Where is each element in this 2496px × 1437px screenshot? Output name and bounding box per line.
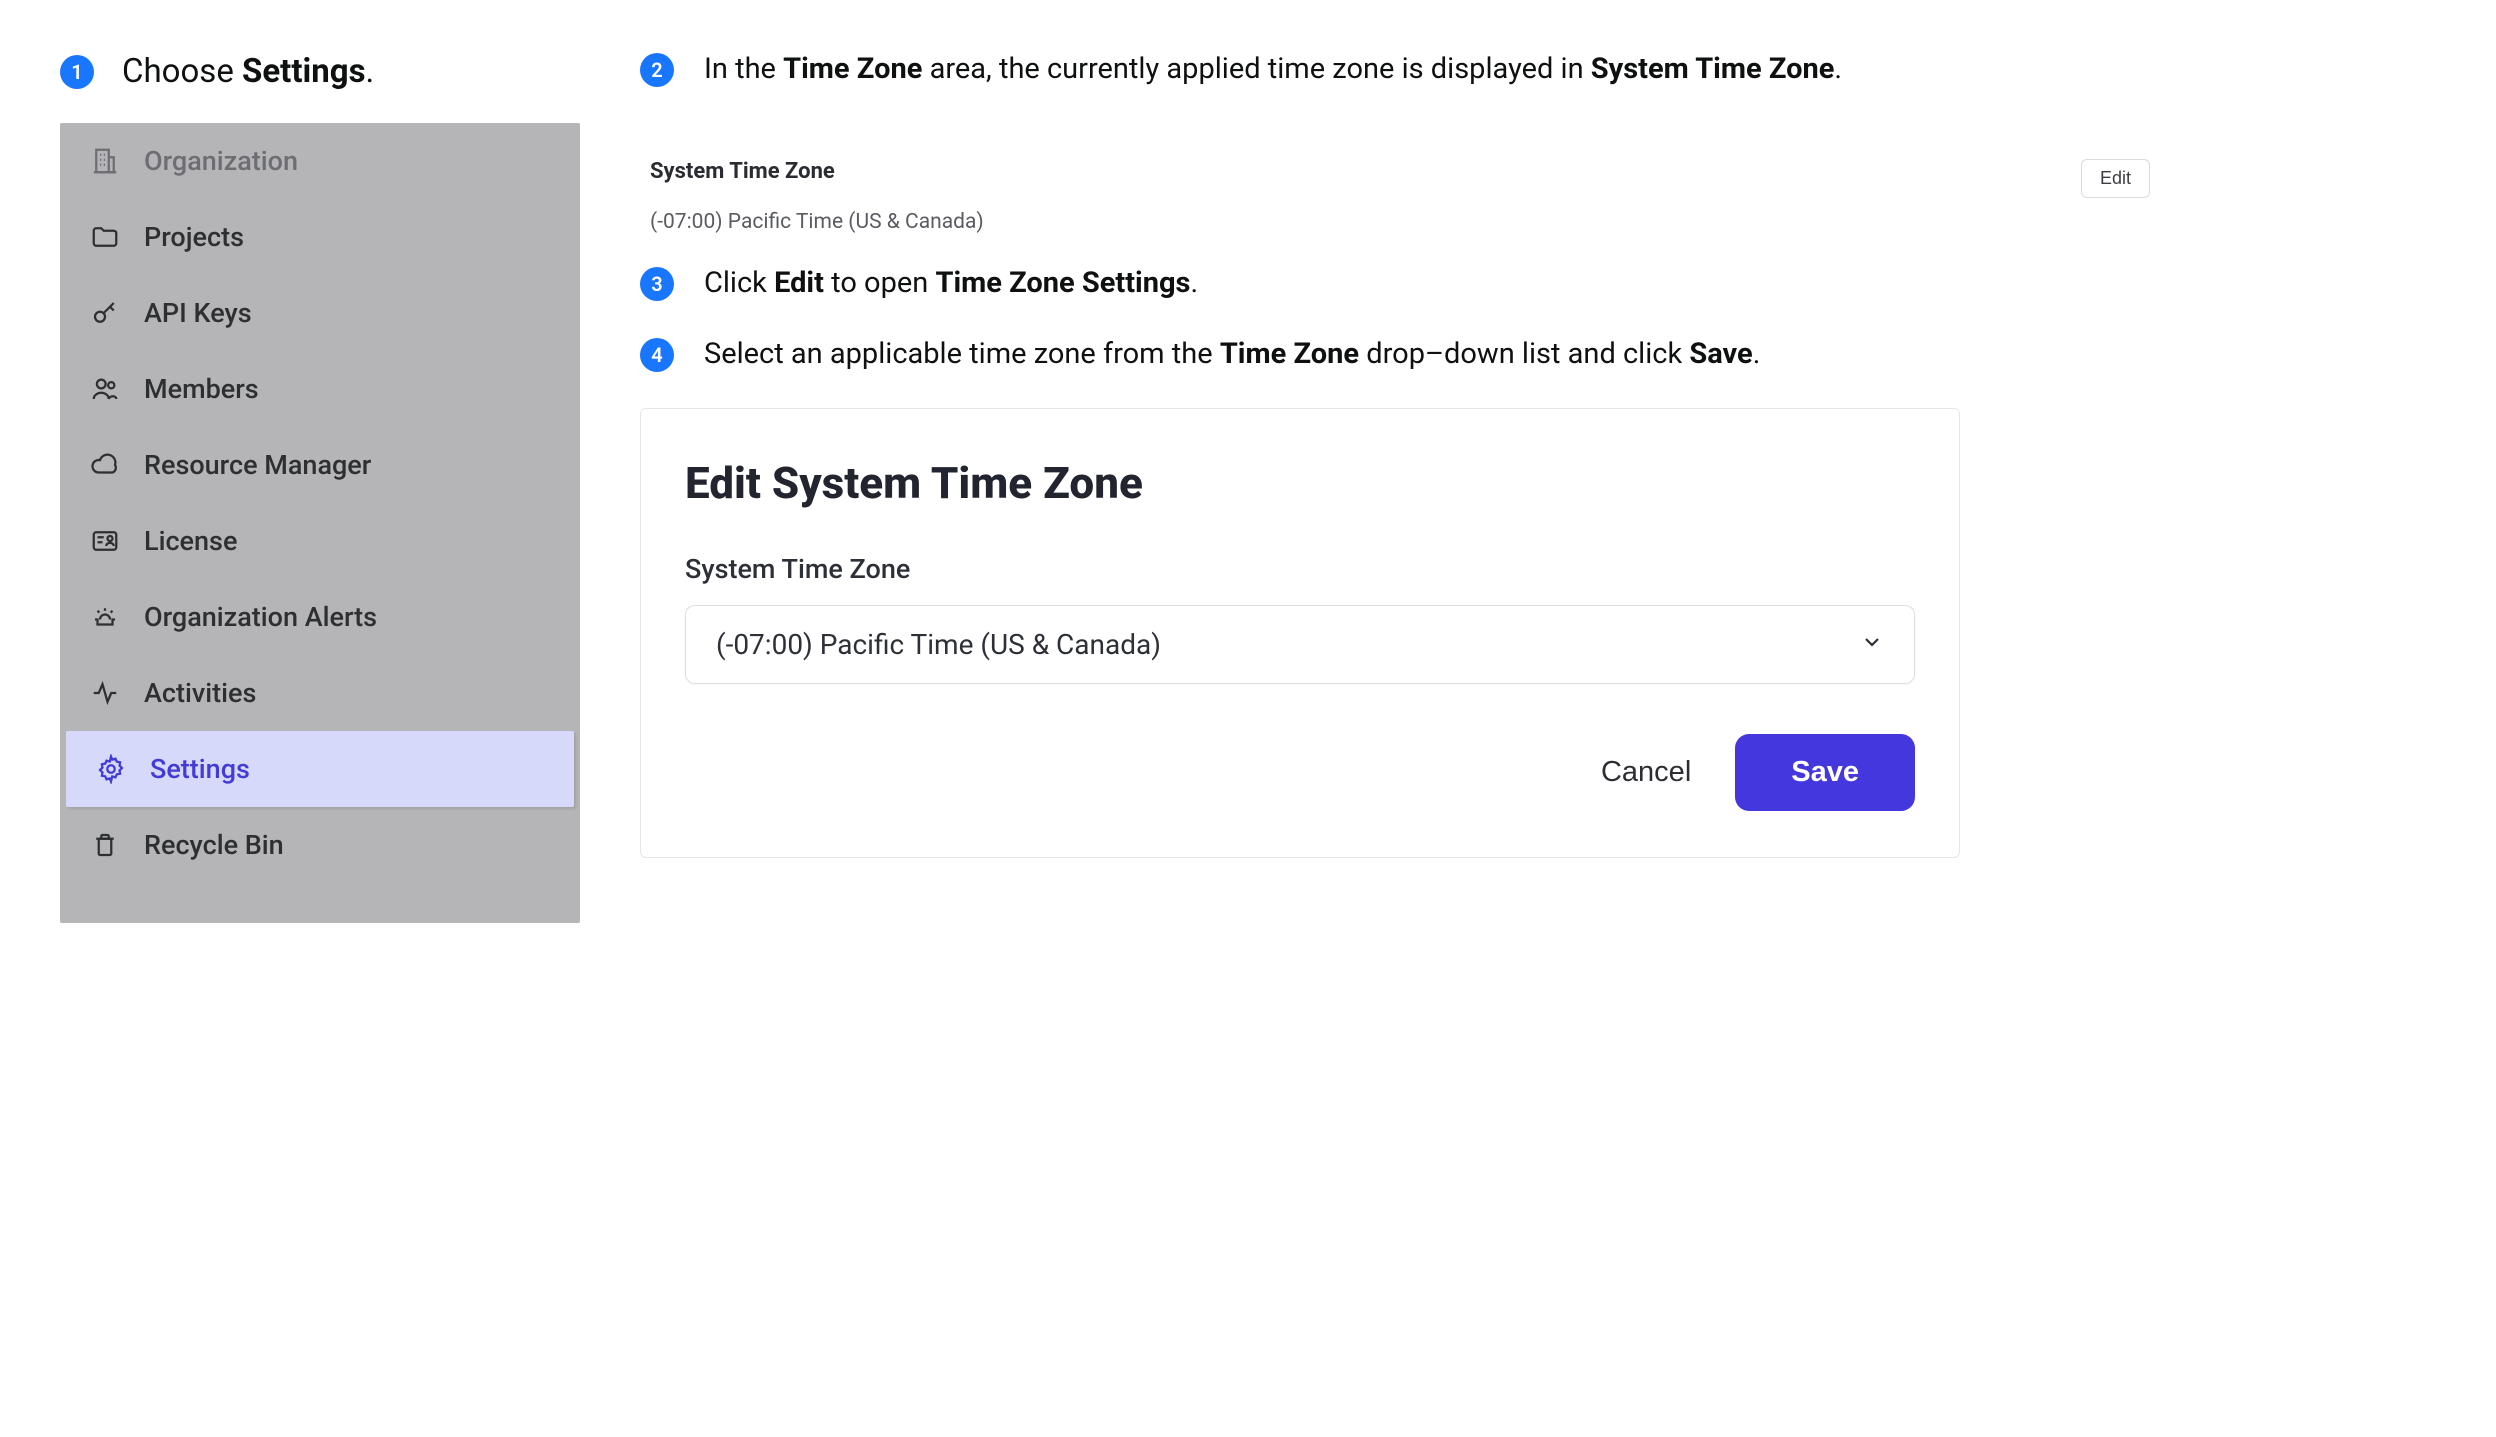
sidebar-item-settings[interactable]: Settings — [66, 731, 574, 807]
step-3-text: Click Edit to open Time Zone Settings. — [704, 264, 1198, 303]
sidebar-panel: Organization Projects API Keys Members — [60, 123, 580, 923]
alert-icon — [90, 602, 120, 632]
t: System Time Zone — [1591, 52, 1835, 86]
sidebar-item-label: Organization — [144, 145, 298, 177]
t: Time Zone Settings — [935, 266, 1190, 300]
step1-suffix: . — [366, 52, 375, 91]
left-column: 1 Choose Settings. Organization Projects — [60, 50, 580, 923]
system-time-zone-label: System Time Zone — [650, 159, 984, 184]
sidebar-item-label: API Keys — [144, 297, 252, 329]
t: . — [1834, 52, 1842, 86]
sidebar-item-projects[interactable]: Projects — [60, 199, 580, 275]
sidebar-item-members[interactable]: Members — [60, 351, 580, 427]
step-4-text: Select an applicable time zone from the … — [704, 335, 1760, 374]
sidebar-item-activities[interactable]: Activities — [60, 655, 580, 731]
t: Save — [1689, 337, 1752, 371]
edit-button[interactable]: Edit — [2081, 159, 2150, 198]
building-icon — [90, 146, 120, 176]
step-2: 2 In the Time Zone area, the currently a… — [640, 50, 2240, 89]
step-badge-1: 1 — [60, 55, 94, 89]
sidebar-item-label: Members — [144, 373, 259, 405]
save-button[interactable]: Save — [1735, 734, 1915, 811]
sidebar-item-organization-alerts[interactable]: Organization Alerts — [60, 579, 580, 655]
sidebar-item-label: License — [144, 525, 237, 557]
step-4: 4 Select an applicable time zone from th… — [640, 335, 2240, 374]
t: to open — [824, 266, 936, 300]
step-3: 3 Click Edit to open Time Zone Settings. — [640, 264, 2240, 303]
step-badge-3: 3 — [640, 267, 674, 301]
doc-layout: 1 Choose Settings. Organization Projects — [60, 50, 2436, 923]
time-zone-select[interactable]: (-07:00) Pacific Time (US & Canada) — [685, 605, 1915, 684]
cancel-button[interactable]: Cancel — [1601, 756, 1691, 789]
edit-card-title: Edit System Time Zone — [685, 457, 1915, 509]
step-1-text: Choose Settings. — [122, 50, 374, 95]
step-2-text: In the Time Zone area, the currently app… — [704, 50, 1842, 89]
key-icon — [90, 298, 120, 328]
gear-icon — [96, 754, 126, 784]
sidebar-item-recycle-bin[interactable]: Recycle Bin — [60, 807, 580, 883]
t: In the — [704, 52, 783, 86]
edit-time-zone-card: Edit System Time Zone System Time Zone (… — [640, 408, 1960, 858]
system-time-zone-value: (-07:00) Pacific Time (US & Canada) — [650, 210, 984, 234]
sidebar-item-resource-manager[interactable]: Resource Manager — [60, 427, 580, 503]
right-column: 2 In the Time Zone area, the currently a… — [640, 50, 2240, 858]
t: Time Zone — [1220, 337, 1359, 371]
step1-prefix: Choose — [122, 52, 242, 91]
chevron-down-icon — [1860, 628, 1884, 661]
t: Click — [704, 266, 774, 300]
sidebar-item-license[interactable]: License — [60, 503, 580, 579]
sidebar-item-label: Resource Manager — [144, 449, 371, 481]
t: Time Zone — [783, 52, 922, 86]
card-button-row: Cancel Save — [685, 734, 1915, 811]
tz-left: System Time Zone (-07:00) Pacific Time (… — [650, 159, 984, 234]
step-badge-4: 4 — [640, 338, 674, 372]
sidebar-item-label: Activities — [144, 677, 256, 709]
cloud-icon — [90, 450, 120, 480]
system-time-zone-block: System Time Zone (-07:00) Pacific Time (… — [650, 159, 2150, 234]
id-icon — [90, 526, 120, 556]
sidebar-item-label: Settings — [150, 753, 250, 785]
sidebar-item-label: Projects — [144, 221, 244, 253]
t: Edit — [774, 266, 824, 300]
sidebar-item-label: Organization Alerts — [144, 601, 377, 633]
step-badge-2: 2 — [640, 53, 674, 87]
t: drop–down list and click — [1359, 337, 1689, 371]
step-1: 1 Choose Settings. — [60, 50, 580, 95]
t: Select an applicable time zone from the — [704, 337, 1220, 371]
trash-icon — [90, 830, 120, 860]
t: area, the currently applied time zone is… — [922, 52, 1590, 86]
sidebar-item-organization[interactable]: Organization — [60, 123, 580, 199]
people-icon — [90, 374, 120, 404]
activity-icon — [90, 678, 120, 708]
sidebar-item-api-keys[interactable]: API Keys — [60, 275, 580, 351]
t: . — [1753, 337, 1761, 371]
step1-bold: Settings — [242, 52, 366, 91]
time-zone-select-value: (-07:00) Pacific Time (US & Canada) — [716, 628, 1161, 661]
folder-icon — [90, 222, 120, 252]
t: . — [1190, 266, 1198, 300]
time-zone-field-label: System Time Zone — [685, 553, 1915, 585]
sidebar-item-label: Recycle Bin — [144, 829, 284, 861]
